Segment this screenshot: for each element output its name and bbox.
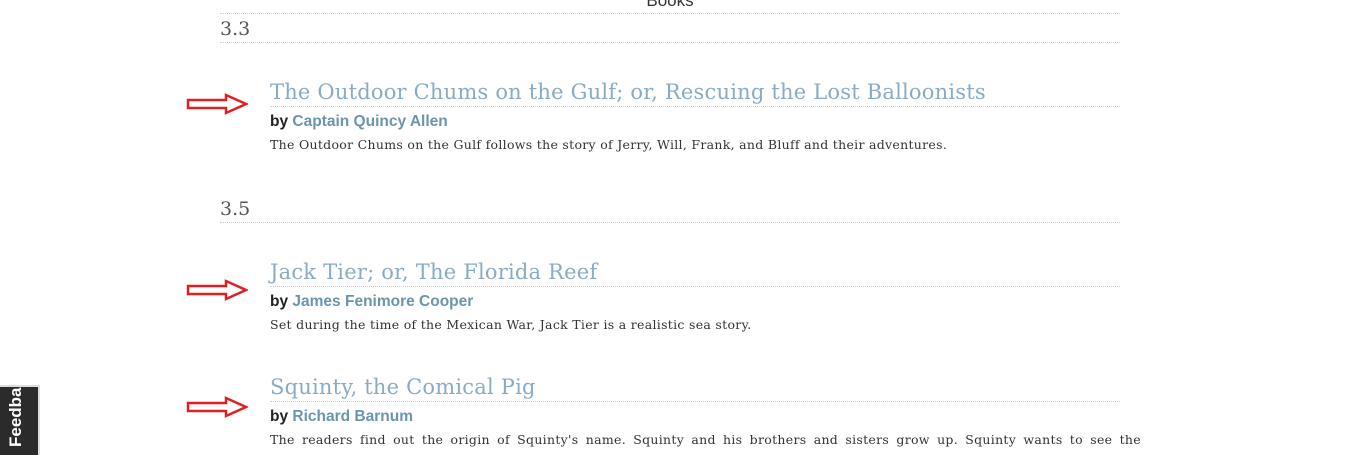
by-label: by (270, 408, 289, 425)
book-entry: The Outdoor Chums on the Gulf; or, Rescu… (270, 80, 1120, 152)
feedback-label: Feedback (6, 385, 25, 447)
by-label: by (270, 113, 289, 130)
page-heading: Books (220, 0, 1120, 14)
author-link[interactable]: Captain Quincy Allen (292, 113, 447, 130)
book-byline: by Richard Barnum (270, 408, 1120, 426)
book-byline: by James Fenimore Cooper (270, 293, 1120, 311)
book-title-link[interactable]: Squinty, the Comical Pig (270, 375, 1120, 402)
by-label: by (270, 293, 289, 310)
book-title-link[interactable]: Jack Tier; or, The Florida Reef (270, 260, 1120, 287)
annotation-arrow-icon (186, 396, 248, 418)
book-byline: by Captain Quincy Allen (270, 113, 1120, 131)
book-entry: Jack Tier; or, The Florida Reef by James… (270, 260, 1120, 332)
book-description: Set during the time of the Mexican War, … (270, 317, 752, 332)
author-link[interactable]: Richard Barnum (292, 408, 413, 425)
annotation-arrow-icon (186, 279, 248, 301)
section-number: 3.3 (220, 18, 1120, 43)
book-entry: Squinty, the Comical Pig by Richard Barn… (270, 375, 1141, 447)
book-title-link[interactable]: The Outdoor Chums on the Gulf; or, Rescu… (270, 80, 1120, 107)
annotation-arrow-icon (186, 93, 248, 115)
feedback-tab[interactable]: Feedback (0, 385, 40, 455)
book-description: The Outdoor Chums on the Gulf follows th… (270, 137, 948, 152)
author-link[interactable]: James Fenimore Cooper (292, 293, 473, 310)
section-number: 3.5 (220, 198, 1120, 223)
book-description: The readers find out the origin of Squin… (270, 432, 1141, 447)
